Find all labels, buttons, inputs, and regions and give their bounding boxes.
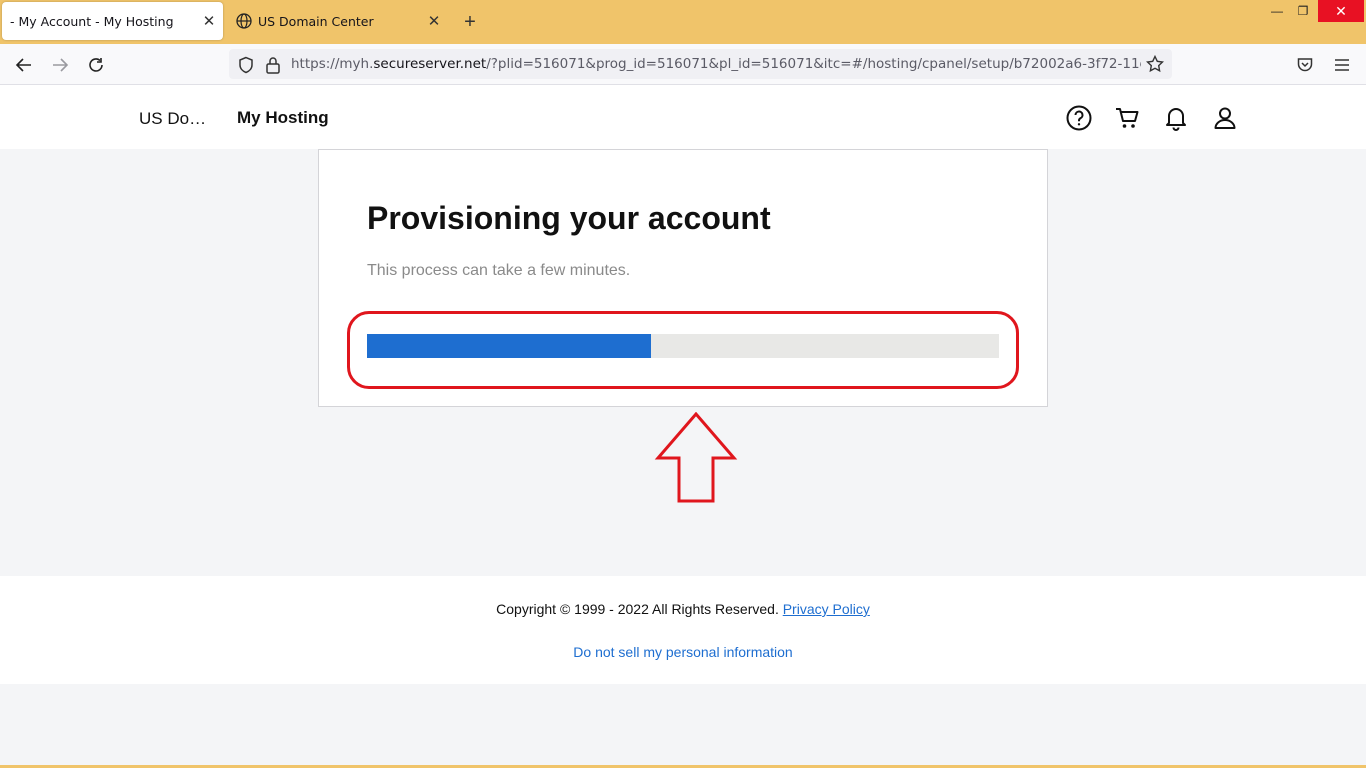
cart-button[interactable] xyxy=(1113,104,1141,132)
do-not-sell-link[interactable]: Do not sell my personal information xyxy=(0,644,1366,660)
account-button[interactable] xyxy=(1211,104,1239,132)
page-subtitle: This process can take a few minutes. xyxy=(367,262,631,279)
site-header: US Domain Center My Hosting xyxy=(0,85,1366,149)
url-text[interactable]: https://myh.secureserver.net/?plid=51607… xyxy=(291,56,1141,72)
url-bar[interactable]: https://myh.secureserver.net/?plid=51607… xyxy=(229,49,1172,79)
tab-title: - My Account - My Hosting xyxy=(10,13,174,29)
pocket-icon[interactable] xyxy=(1296,56,1314,74)
forward-button[interactable] xyxy=(47,52,73,78)
globe-icon xyxy=(236,13,252,29)
maximize-button[interactable]: ❐ xyxy=(1292,0,1314,22)
lock-icon[interactable] xyxy=(265,56,281,74)
tab-title: US Domain Center xyxy=(258,13,374,29)
back-button[interactable] xyxy=(11,52,37,78)
hamburger-menu-icon[interactable] xyxy=(1333,56,1351,74)
page-title: Provisioning your account xyxy=(367,200,771,236)
url-prefix: https://myh. xyxy=(291,56,374,72)
reload-icon xyxy=(89,58,103,72)
forward-arrow-icon xyxy=(53,58,69,72)
tab-my-account[interactable]: - My Account - My Hosting ✕ xyxy=(2,2,223,40)
browser-toolbar: https://myh.secureserver.net/?plid=51607… xyxy=(0,44,1366,85)
tab-close-icon[interactable]: ✕ xyxy=(420,12,448,30)
cart-icon xyxy=(1116,108,1139,128)
back-arrow-icon xyxy=(15,58,31,72)
url-host: secureserver.net xyxy=(373,56,487,72)
brand-link[interactable]: US Domain Center xyxy=(139,109,219,129)
bookmark-star-icon[interactable] xyxy=(1146,55,1164,73)
new-tab-button[interactable]: + xyxy=(458,10,482,34)
site-footer: Copyright © 1999 - 2022 All Rights Reser… xyxy=(0,576,1366,684)
tab-close-icon[interactable]: ✕ xyxy=(195,12,223,30)
tab-us-domain-center[interactable]: US Domain Center ✕ xyxy=(226,2,448,40)
privacy-policy-link[interactable]: Privacy Policy xyxy=(783,601,870,617)
window-close-button[interactable]: ✕ xyxy=(1318,0,1364,22)
copyright-line: Copyright © 1999 - 2022 All Rights Reser… xyxy=(0,601,1366,617)
help-icon xyxy=(1066,105,1092,131)
shield-icon[interactable] xyxy=(237,56,255,74)
bell-icon xyxy=(1166,108,1186,131)
annotation-highlight xyxy=(347,311,1019,389)
nav-my-hosting[interactable]: My Hosting xyxy=(237,108,329,128)
user-icon xyxy=(1214,107,1236,129)
copyright-text: Copyright © 1999 - 2022 All Rights Reser… xyxy=(496,601,779,617)
url-path: /?plid=516071&prog_id=516071&pl_id=51607… xyxy=(486,56,1141,72)
notifications-button[interactable] xyxy=(1162,104,1190,132)
reload-button[interactable] xyxy=(83,52,109,78)
annotation-up-arrow-icon xyxy=(654,412,738,503)
help-button[interactable] xyxy=(1065,104,1093,132)
minimize-button[interactable]: — xyxy=(1266,0,1288,22)
browser-tabstrip: - My Account - My Hosting ✕ US Domain Ce… xyxy=(0,0,1366,44)
